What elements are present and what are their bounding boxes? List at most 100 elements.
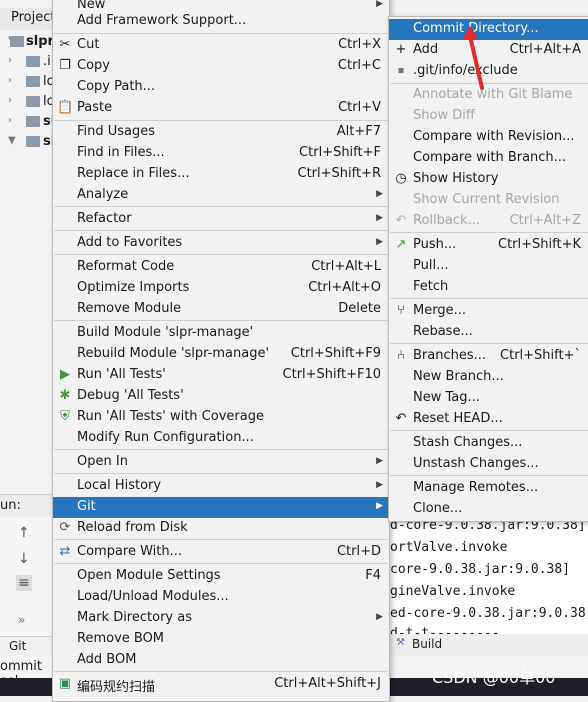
copy-icon: ❐ — [59, 58, 71, 73]
menu-item-debug-all-tests[interactable]: ✱ Debug 'All Tests' — [53, 386, 389, 407]
menu-item-open-module-settings[interactable]: Open Module Settings F4 — [53, 566, 389, 587]
menu-item-label: Run 'All Tests' — [77, 367, 166, 382]
tree-row[interactable]: › sl — [0, 112, 60, 132]
menu-item-add-to-favorites[interactable]: Add to Favorites ▶ — [53, 233, 389, 254]
debug-icon: ✱ — [59, 388, 71, 403]
menu-item-build-module[interactable]: Build Module 'slpr-manage' — [53, 323, 389, 344]
submenu-item-fetch[interactable]: Fetch — [389, 277, 588, 298]
menu-separator — [54, 120, 388, 121]
menu-item-shortcut: Ctrl+Alt+L — [311, 259, 381, 274]
submenu-item-rebase[interactable]: Rebase... — [389, 322, 588, 343]
chevron-right-icon[interactable]: › — [8, 55, 12, 66]
menu-item-label: Replace in Files... — [77, 166, 190, 181]
hammer-icon: ⚒ — [396, 637, 405, 648]
menu-item-label: Clone... — [413, 501, 463, 516]
menu-separator — [54, 33, 388, 34]
annotation-arrow-icon — [462, 26, 484, 90]
menu-item-run-all-tests[interactable]: ▶ Run 'All Tests' Ctrl+Shift+F10 — [53, 365, 389, 386]
menu-item-paste[interactable]: 📋 Paste Ctrl+V — [53, 98, 389, 119]
menu-item-run-with-coverage[interactable]: ⛨ Run 'All Tests' with Coverage — [53, 407, 389, 428]
menu-item-label: Add to Favorites — [77, 235, 183, 250]
folder-icon — [26, 56, 40, 67]
menu-item-compare-with[interactable]: ⇄ Compare With... Ctrl+D — [53, 542, 389, 563]
project-panel-title[interactable]: Project — [11, 10, 55, 25]
module-folder-icon — [10, 36, 24, 47]
tree-row-root[interactable]: ▼ slpr- — [0, 32, 60, 52]
menu-item-find-usages[interactable]: Find Usages Alt+F7 — [53, 122, 389, 143]
chevron-right-icon[interactable]: › — [8, 95, 12, 106]
submenu-item-compare-with-revision[interactable]: Compare with Revision... — [389, 127, 588, 148]
menu-item-open-in[interactable]: Open In ▶ — [53, 452, 389, 473]
menu-item-remove-bom[interactable]: Remove BOM — [53, 629, 389, 650]
menu-item-label: Compare With... — [77, 544, 183, 559]
menu-item-local-history[interactable]: Local History ▶ — [53, 476, 389, 497]
menu-item-analyze[interactable]: Analyze ▶ — [53, 185, 389, 206]
menu-item-copy-path[interactable]: Copy Path... — [53, 77, 389, 98]
submenu-item-rollback[interactable]: ↶ Rollback... Ctrl+Alt+Z — [389, 211, 588, 232]
menu-item-replace-in-files[interactable]: Replace in Files... Ctrl+Shift+R — [53, 164, 389, 185]
chevron-right-icon: ▶ — [376, 213, 383, 223]
menu-item-reformat-code[interactable]: Reformat Code Ctrl+Alt+L — [53, 257, 389, 278]
submenu-item-stash-changes[interactable]: Stash Changes... — [389, 433, 588, 454]
submenu-item-show-history[interactable]: ◷ Show History — [389, 169, 588, 190]
menu-item-shortcut: Ctrl+C — [337, 58, 381, 73]
arrow-down-icon[interactable]: ↓ — [18, 551, 30, 567]
submenu-item-merge[interactable]: ⑂ Merge... — [389, 301, 588, 322]
chevron-down-icon[interactable]: ▼ — [8, 135, 16, 146]
menu-item-find-in-files[interactable]: Find in Files... Ctrl+Shift+F — [53, 143, 389, 164]
menu-separator — [390, 475, 588, 476]
menu-item-remove-module[interactable]: Remove Module Delete — [53, 299, 389, 320]
menu-item-shortcut: Ctrl+Alt+O — [308, 280, 381, 295]
submenu-item-show-current-revision[interactable]: Show Current Revision — [389, 190, 588, 211]
soft-wrap-icon[interactable]: ≡ — [16, 575, 32, 591]
build-tab-label: Build — [412, 637, 443, 651]
menu-item-label: Rollback... — [413, 213, 480, 228]
menu-item-cut[interactable]: ✂ Cut Ctrl+X — [53, 35, 389, 56]
submenu-item-push[interactable]: ↗ Push... Ctrl+Shift+K — [389, 235, 588, 256]
more-icon[interactable]: » — [18, 613, 25, 627]
submenu-item-branches[interactable]: ⑃ Branches... Ctrl+Shift+` — [389, 346, 588, 367]
chevron-right-icon: ▶ — [376, 501, 383, 511]
build-tool-tab[interactable]: ⚒ Build — [388, 634, 588, 656]
submenu-item-manage-remotes[interactable]: Manage Remotes... — [389, 478, 588, 499]
menu-item-git[interactable]: Git ▶ — [53, 497, 389, 518]
folder-icon — [26, 136, 40, 147]
menu-item-label: Add BOM — [77, 652, 137, 667]
menu-separator — [54, 254, 388, 255]
arrow-up-icon[interactable]: ↑ — [18, 525, 30, 541]
menu-item-rebuild-module[interactable]: Rebuild Module 'slpr-manage' Ctrl+Shift+F… — [53, 344, 389, 365]
menu-item-add-framework-support[interactable]: Add Framework Support... — [53, 11, 389, 32]
menu-item-optimize-imports[interactable]: Optimize Imports Ctrl+Alt+O — [53, 278, 389, 299]
tree-row[interactable]: › .i — [0, 52, 60, 72]
menu-item-add-bom[interactable]: Add BOM — [53, 650, 389, 671]
menu-item-label: New Tag... — [413, 390, 480, 405]
editor-tab-strip — [388, 0, 588, 16]
menu-item-refactor[interactable]: Refactor ▶ — [53, 209, 389, 230]
submenu-item-compare-with-branch[interactable]: Compare with Branch... — [389, 148, 588, 169]
menu-separator — [54, 539, 388, 540]
submenu-item-pull[interactable]: Pull... — [389, 256, 588, 277]
menu-item-mark-directory-as[interactable]: Mark Directory as ▶ — [53, 608, 389, 629]
menu-item-label: Branches... — [413, 348, 487, 363]
submenu-item-new-branch[interactable]: New Branch... — [389, 367, 588, 388]
tree-row[interactable]: › lo — [0, 72, 60, 92]
menu-item-code-scan[interactable]: ▣ 编码规约扫描 Ctrl+Alt+Shift+J — [53, 674, 389, 695]
watermark: CSDN @00单00 — [432, 668, 556, 687]
git-tool-tab[interactable]: Git — [0, 636, 60, 657]
submenu-item-reset-head[interactable]: ↶ Reset HEAD... — [389, 409, 588, 430]
submenu-item-new-tag[interactable]: New Tag... — [389, 388, 588, 409]
menu-item-copy[interactable]: ❐ Copy Ctrl+C — [53, 56, 389, 77]
chevron-right-icon[interactable]: › — [8, 115, 12, 126]
run-label: un: — [0, 498, 21, 513]
tree-row[interactable]: › lo — [0, 92, 60, 112]
tree-row[interactable]: ▼ sl — [0, 132, 60, 152]
chevron-right-icon[interactable]: › — [8, 75, 12, 86]
submenu-item-show-diff[interactable]: Show Diff — [389, 106, 588, 127]
submenu-item-clone[interactable]: Clone... — [389, 499, 588, 520]
menu-item-modify-run-configuration[interactable]: Modify Run Configuration... — [53, 428, 389, 449]
menu-item-shortcut: Ctrl+Alt+Shift+J — [274, 676, 381, 691]
submenu-item-unstash-changes[interactable]: Unstash Changes... — [389, 454, 588, 475]
menu-item-reload-from-disk[interactable]: ⟳ Reload from Disk — [53, 518, 389, 539]
menu-item-load-unload-modules[interactable]: Load/Unload Modules... — [53, 587, 389, 608]
scan-icon: ▣ — [58, 676, 72, 691]
